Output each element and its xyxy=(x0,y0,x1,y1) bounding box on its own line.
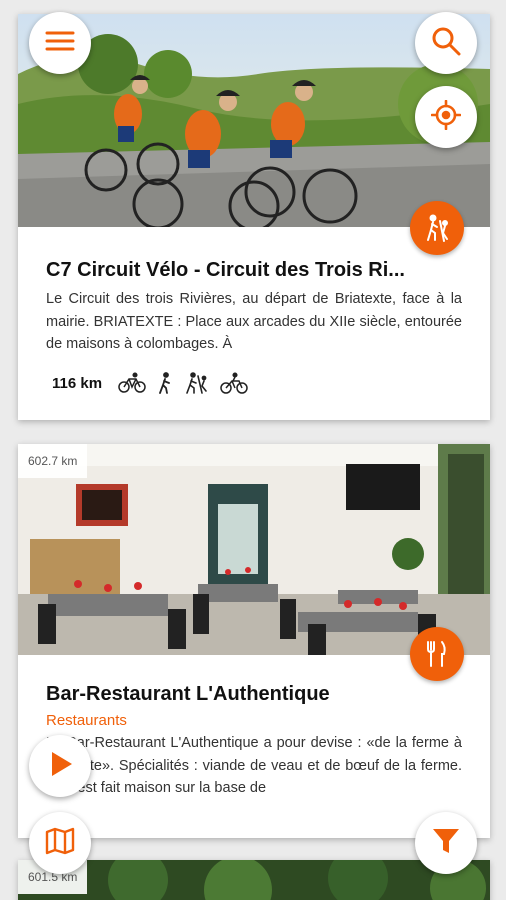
fork-knife-badge-icon xyxy=(410,627,464,681)
hiking-icon xyxy=(184,372,210,394)
poi-category: Restaurants xyxy=(46,712,127,729)
poi-meta-row: 116 km xyxy=(46,372,462,394)
poi-description: Le Bar-Restaurant L'Authentique a pour d… xyxy=(46,735,462,797)
walking-icon xyxy=(156,372,174,394)
poi-card-circuit-velo[interactable]: C7 Circuit Vélo - Circuit des Trois Ri..… xyxy=(18,14,490,420)
filter-button[interactable] xyxy=(415,812,477,874)
menu-icon xyxy=(45,30,75,57)
route-length: 116 km xyxy=(52,374,103,392)
map-icon xyxy=(45,827,75,860)
poi-description: Le Circuit des trois Rivières, au départ… xyxy=(46,291,462,353)
map-button[interactable] xyxy=(29,812,91,874)
play-icon xyxy=(45,749,75,784)
bicycle-icon xyxy=(118,372,146,394)
distance-tag: 602.7 km xyxy=(18,444,88,478)
search-icon xyxy=(431,26,461,61)
search-button[interactable] xyxy=(415,12,477,74)
menu-button[interactable] xyxy=(29,12,91,74)
play-button[interactable] xyxy=(29,735,91,797)
hiking-badge-icon xyxy=(410,201,464,255)
filter-icon xyxy=(431,826,461,861)
poi-card-partial[interactable]: 601.5 km xyxy=(18,860,490,900)
cycling-icon xyxy=(220,372,248,394)
poi-card-restaurant[interactable]: 602.7 km Bar-Restaurant L'Authentique Re… xyxy=(18,444,490,838)
locate-icon xyxy=(430,99,462,135)
poi-title[interactable]: Bar-Restaurant L'Authentique xyxy=(46,683,462,706)
poi-photo-restaurant: 602.7 km xyxy=(18,444,490,655)
poi-photo-forest: 601.5 km xyxy=(18,860,490,900)
locate-button[interactable] xyxy=(415,86,477,148)
poi-title[interactable]: C7 Circuit Vélo - Circuit des Trois Ri..… xyxy=(46,259,462,282)
